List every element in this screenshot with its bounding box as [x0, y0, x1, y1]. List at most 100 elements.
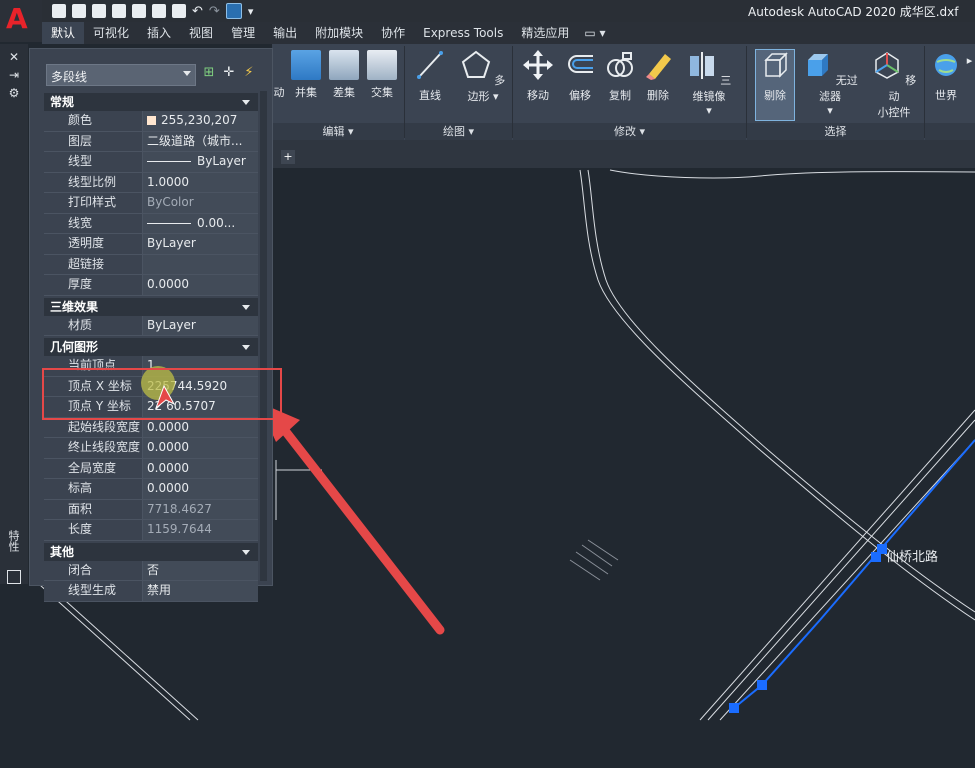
property-value[interactable]: 0.0000 — [142, 275, 258, 295]
property-row[interactable]: 面积 7718.4627 — [44, 499, 258, 520]
property-value[interactable]: 1159.7644 — [142, 520, 258, 540]
property-row[interactable]: 长度 1159.7644 — [44, 520, 258, 541]
property-row[interactable]: 标高 0.0000 — [44, 479, 258, 500]
move-gizmo-button[interactable]: 移动 小控件 — [870, 50, 918, 120]
property-value[interactable]: ByLayer — [142, 152, 258, 172]
property-row[interactable]: 线型生成 禁用 — [44, 581, 258, 602]
ribbon-options-icon[interactable]: ▭ ▾ — [578, 22, 611, 44]
save-as-icon[interactable] — [112, 4, 126, 18]
erase-button[interactable]: 删除 — [640, 50, 676, 103]
tab-visualize[interactable]: 可视化 — [84, 22, 138, 44]
panel-coordinates-label[interactable] — [925, 123, 975, 140]
property-value[interactable]: ByLayer — [142, 315, 258, 335]
property-value[interactable]: 0.0000 — [142, 417, 258, 437]
no-filter-button[interactable]: 无过滤器 ▾ — [802, 50, 858, 117]
property-value[interactable]: 1.0000 — [142, 172, 258, 192]
property-value[interactable]: 0.0000 — [142, 458, 258, 478]
property-row[interactable]: 材质 ByLayer — [44, 315, 258, 336]
line-button[interactable]: 直线 — [410, 50, 450, 103]
tab-insert[interactable]: 插入 — [138, 22, 180, 44]
property-row[interactable]: 线型比例 1.0000 — [44, 172, 258, 193]
property-value[interactable]: 0.0000 — [142, 479, 258, 499]
collapse-chevron-icon[interactable] — [242, 345, 250, 350]
property-row[interactable]: 颜色 255,230,207 — [44, 111, 258, 132]
property-row[interactable]: 超链接 — [44, 254, 258, 275]
subtract-button[interactable]: 差集 — [326, 50, 362, 100]
intersect-button[interactable]: 交集 — [364, 50, 400, 100]
property-value[interactable]: ByLayer — [142, 234, 258, 254]
property-row[interactable]: 透明度 ByLayer — [44, 234, 258, 255]
polygon-button[interactable]: 多边形 ▾ — [458, 50, 508, 104]
property-row[interactable]: 终止线段宽度 0.0000 — [44, 438, 258, 459]
quick-select-icon[interactable]: ⚡ — [242, 66, 256, 80]
tab-collaborate[interactable]: 协作 — [372, 22, 414, 44]
property-value[interactable] — [142, 254, 258, 274]
tab-express-tools[interactable]: Express Tools — [414, 22, 512, 44]
property-row[interactable]: 线宽 0.00... — [44, 213, 258, 234]
section-header[interactable]: 几何图形 — [44, 338, 258, 356]
application-menu-button[interactable]: A — [0, 0, 42, 42]
qat-dropdown-icon[interactable]: ▾ — [248, 5, 254, 18]
ribbon-button-move-partial[interactable]: 动 — [272, 84, 286, 100]
new-tab-button[interactable]: + — [281, 150, 295, 164]
collapse-chevron-icon[interactable] — [242, 100, 250, 105]
open-file-icon[interactable] — [72, 4, 86, 18]
panel-edit-label[interactable]: 编辑 ▾ — [272, 123, 404, 140]
property-row[interactable]: 全局宽度 0.0000 — [44, 458, 258, 479]
palette-scrollbar[interactable] — [260, 91, 267, 581]
world-ucs-button[interactable]: 世界 — [928, 50, 964, 103]
property-value[interactable]: 二级道路（城市... — [142, 131, 258, 151]
property-value[interactable]: ByColor — [142, 193, 258, 213]
tab-addins[interactable]: 附加模块 — [306, 22, 372, 44]
property-value[interactable]: 0.0000 — [142, 438, 258, 458]
new-file-icon[interactable] — [52, 4, 66, 18]
move-button[interactable]: 移动 — [520, 50, 556, 103]
property-value[interactable]: 否 — [142, 560, 258, 580]
section-header[interactable]: 常规 — [44, 93, 258, 111]
selection-type-dropdown[interactable]: 多段线 — [46, 64, 196, 86]
print-icon[interactable] — [172, 4, 186, 18]
undo-icon[interactable]: ↶ — [192, 4, 203, 19]
offset-button[interactable]: 偏移 — [562, 50, 598, 103]
palette-menu-icon[interactable] — [7, 570, 21, 584]
panel-modify-label[interactable]: 修改 ▾ — [513, 123, 746, 140]
panel-draw-label[interactable]: 绘图 ▾ — [405, 123, 512, 140]
tab-output[interactable]: 输出 — [264, 22, 306, 44]
property-row[interactable]: 闭合否 — [44, 560, 258, 581]
property-row[interactable]: 起始线段宽度 0.0000 — [44, 417, 258, 438]
tab-featured-apps[interactable]: 精选应用 — [512, 22, 578, 44]
cull-button[interactable]: 剔除 — [756, 50, 794, 103]
tab-view[interactable]: 视图 — [180, 22, 222, 44]
workspace-icon[interactable] — [225, 3, 242, 19]
section-header[interactable]: 其他 — [44, 542, 258, 561]
redo-icon[interactable]: ↷ — [209, 4, 220, 19]
property-value[interactable]: 7718.4627 — [142, 499, 258, 519]
property-row[interactable]: 打印样式 ByColor — [44, 193, 258, 214]
web-save-icon[interactable] — [152, 4, 166, 18]
toggle-pickadd-icon[interactable]: ⊞ — [202, 66, 216, 80]
mirror3d-button[interactable]: 三维镜像 ▾ — [682, 50, 736, 117]
property-row[interactable]: 厚度 0.0000 — [44, 275, 258, 296]
union-button[interactable]: 并集 — [288, 50, 324, 100]
tab-manage[interactable]: 管理 — [222, 22, 264, 44]
copy-button[interactable]: 复制 — [602, 50, 638, 103]
settings-icon[interactable]: ⚙ — [7, 86, 21, 100]
collapse-chevron-icon[interactable] — [242, 549, 250, 555]
select-objects-icon[interactable]: ✛ — [222, 66, 236, 80]
save-icon[interactable] — [92, 4, 106, 18]
panel-select-label[interactable]: 选择 — [747, 123, 924, 140]
tab-home[interactable]: 默认 — [42, 22, 85, 44]
globe-icon — [935, 54, 957, 76]
web-open-icon[interactable] — [132, 4, 146, 18]
property-value[interactable]: 255,230,207 — [142, 111, 258, 131]
collapse-chevron-icon[interactable] — [242, 304, 250, 310]
property-value[interactable]: 0.00... — [142, 213, 258, 233]
ribbon-overflow-icon[interactable]: ▸ — [964, 54, 975, 67]
property-value[interactable]: 禁用 — [142, 581, 258, 601]
autohide-icon[interactable]: ⇥ — [7, 68, 21, 82]
property-row[interactable]: 线型 ByLayer — [44, 152, 258, 173]
property-row[interactable]: 图层 二级道路（城市... — [44, 131, 258, 152]
section-header[interactable]: 三维效果 — [44, 297, 258, 316]
property-name: 标高 — [44, 479, 142, 499]
close-icon[interactable]: ✕ — [7, 50, 21, 64]
